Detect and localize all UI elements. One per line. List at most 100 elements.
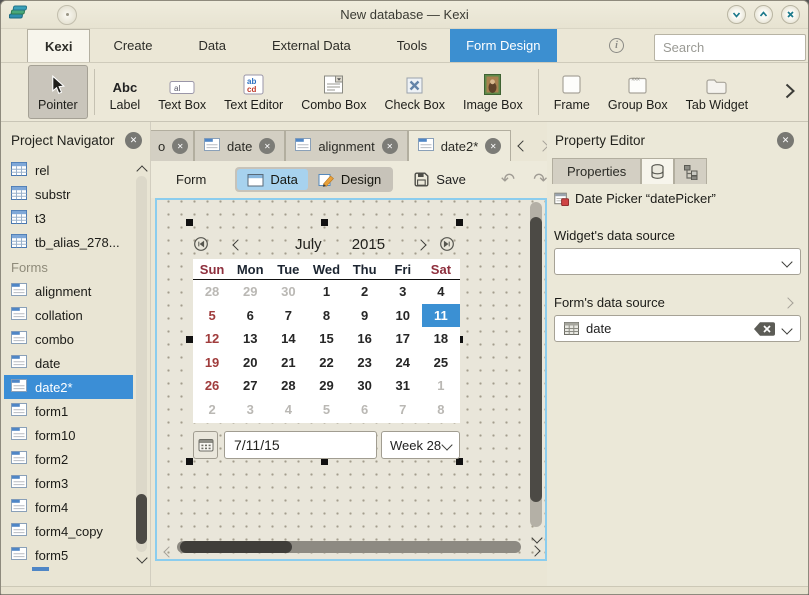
pointer-button[interactable]: Pointer — [28, 65, 88, 119]
calendar-popup-button[interactable] — [193, 431, 218, 459]
canvas-hscrollbar[interactable] — [165, 540, 521, 554]
sidebar-item-tb_alias_278[interactable]: tb_alias_278... — [1, 230, 133, 254]
day-cell-8[interactable]: 8 — [307, 304, 345, 328]
expand-icon[interactable] — [784, 295, 792, 310]
image-box-button[interactable]: Image Box — [454, 65, 532, 119]
day-cell-9[interactable]: 9 — [346, 304, 384, 328]
day-cell-2[interactable]: 2 — [346, 280, 384, 304]
selection-handle[interactable] — [456, 219, 463, 226]
maximize-button[interactable] — [754, 5, 773, 24]
combo-box-button[interactable]: Combo Box — [292, 65, 375, 119]
info-icon[interactable]: i — [609, 38, 624, 53]
form-canvas[interactable]: July 2015 SunMonTueWedThuFriSat 28293012… — [155, 198, 547, 561]
sidebar-item-form1[interactable]: form1 — [1, 399, 133, 423]
day-cell-16[interactable]: 16 — [346, 327, 384, 351]
sidebar-item-date2[interactable]: date2* — [4, 375, 133, 399]
day-cell-4[interactable]: 4 — [422, 280, 460, 304]
tab-close-icon[interactable]: ✕ — [172, 138, 188, 154]
day-cell-3[interactable]: 3 — [384, 280, 422, 304]
label-button[interactable]: AbcLabel — [101, 65, 150, 119]
hscroll-thumb[interactable] — [180, 541, 292, 553]
next-month-icon[interactable] — [413, 237, 429, 252]
selection-handle[interactable] — [321, 458, 328, 465]
day-cell-19[interactable]: 19 — [193, 351, 231, 375]
day-cell-7[interactable]: 7 — [384, 398, 422, 422]
day-cell-28[interactable]: 28 — [193, 280, 231, 304]
day-cell-24[interactable]: 24 — [384, 351, 422, 375]
vscroll-thumb[interactable] — [530, 217, 542, 502]
sidebar-scroll-thumb[interactable] — [136, 494, 147, 544]
day-cell-1[interactable]: 1 — [422, 374, 460, 398]
doc-tab-date[interactable]: date✕ — [194, 130, 285, 161]
check-box-button[interactable]: Check Box — [376, 65, 454, 119]
scroll-down-icon[interactable] — [138, 550, 146, 565]
day-cell-23[interactable]: 23 — [346, 351, 384, 375]
day-cell-14[interactable]: 14 — [269, 327, 307, 351]
property-editor-close-icon[interactable]: ✕ — [777, 132, 794, 149]
day-cell-8[interactable]: 8 — [422, 398, 460, 422]
sidebar-item-combo[interactable]: combo — [1, 327, 133, 351]
undo-button[interactable]: ↶ — [492, 170, 524, 190]
selection-handle[interactable] — [321, 219, 328, 226]
tab-close-icon[interactable]: ✕ — [485, 138, 501, 154]
sidebar-scrollbar[interactable] — [135, 160, 148, 568]
tab-widget-button[interactable]: Tab Widget — [677, 65, 758, 119]
tab-scroll-right-icon[interactable] — [539, 138, 547, 153]
toolbar-overflow-button[interactable] — [784, 82, 796, 103]
day-cell-11[interactable]: 11 — [422, 304, 460, 328]
selection-handle[interactable] — [186, 458, 193, 465]
sidebar-item-form4_copy[interactable]: form4_copy — [1, 519, 133, 543]
design-view-button[interactable]: Design — [308, 169, 391, 190]
navigator-close-icon[interactable]: ✕ — [125, 132, 142, 149]
form-data-source-combo[interactable]: date — [554, 315, 801, 342]
prev-year-icon[interactable] — [193, 236, 209, 252]
day-cell-13[interactable]: 13 — [231, 327, 269, 351]
day-cell-21[interactable]: 21 — [269, 351, 307, 375]
prev-month-icon[interactable] — [230, 237, 246, 252]
sidebar-item-rel[interactable]: rel — [1, 158, 133, 182]
day-cell-7[interactable]: 7 — [269, 304, 307, 328]
sidebar-item-form5[interactable]: form5 — [1, 543, 133, 567]
day-cell-10[interactable]: 10 — [384, 304, 422, 328]
day-cell-27[interactable]: 27 — [231, 374, 269, 398]
tab-data-source[interactable] — [641, 158, 674, 184]
menu-tab-external-data[interactable]: External Data — [249, 29, 374, 62]
menu-tab-form-design[interactable]: Form Design — [450, 29, 556, 62]
group-box-button[interactable]: xxxGroup Box — [599, 65, 677, 119]
menu-tab-create[interactable]: Create — [90, 29, 175, 62]
text-editor-button[interactable]: abcdText Editor — [215, 65, 292, 119]
day-cell-15[interactable]: 15 — [307, 327, 345, 351]
widget-data-source-combo[interactable] — [554, 248, 801, 275]
doc-tab-partial[interactable]: o✕ — [151, 130, 194, 161]
calendar-year[interactable]: 2015 — [352, 236, 385, 253]
tab-properties[interactable]: Properties — [552, 158, 641, 184]
day-cell-6[interactable]: 6 — [346, 398, 384, 422]
canvas-vscrollbar[interactable] — [529, 202, 543, 527]
tab-widget-tree[interactable] — [674, 158, 707, 184]
selection-handle[interactable] — [186, 219, 193, 226]
day-cell-1[interactable]: 1 — [307, 280, 345, 304]
tab-close-icon[interactable]: ✕ — [382, 138, 398, 154]
menu-tab-kexi[interactable]: Kexi — [27, 29, 90, 62]
text-box-button[interactable]: alText Box — [149, 65, 215, 119]
close-button[interactable] — [781, 5, 800, 24]
day-cell-20[interactable]: 20 — [231, 351, 269, 375]
scroll-left-icon[interactable] — [165, 544, 173, 559]
date-input[interactable] — [224, 431, 377, 459]
day-cell-2[interactable]: 2 — [193, 398, 231, 422]
sidebar-item-substr[interactable]: substr — [1, 182, 133, 206]
search-input[interactable] — [654, 34, 806, 61]
sidebar-item-form3[interactable]: form3 — [1, 471, 133, 495]
day-cell-29[interactable]: 29 — [231, 280, 269, 304]
day-cell-25[interactable]: 25 — [422, 351, 460, 375]
sidebar-item-collation[interactable]: collation — [1, 303, 133, 327]
sidebar-item-date[interactable]: date — [1, 351, 133, 375]
clear-icon[interactable] — [753, 321, 776, 337]
tab-scroll-left-icon[interactable] — [519, 138, 527, 153]
day-cell-31[interactable]: 31 — [384, 374, 422, 398]
sidebar-item-form2[interactable]: form2 — [1, 447, 133, 471]
sidebar-item-form4[interactable]: form4 — [1, 495, 133, 519]
day-cell-4[interactable]: 4 — [269, 398, 307, 422]
menu-tab-data[interactable]: Data — [176, 29, 249, 62]
doc-tab-alignment[interactable]: alignment✕ — [285, 130, 407, 161]
